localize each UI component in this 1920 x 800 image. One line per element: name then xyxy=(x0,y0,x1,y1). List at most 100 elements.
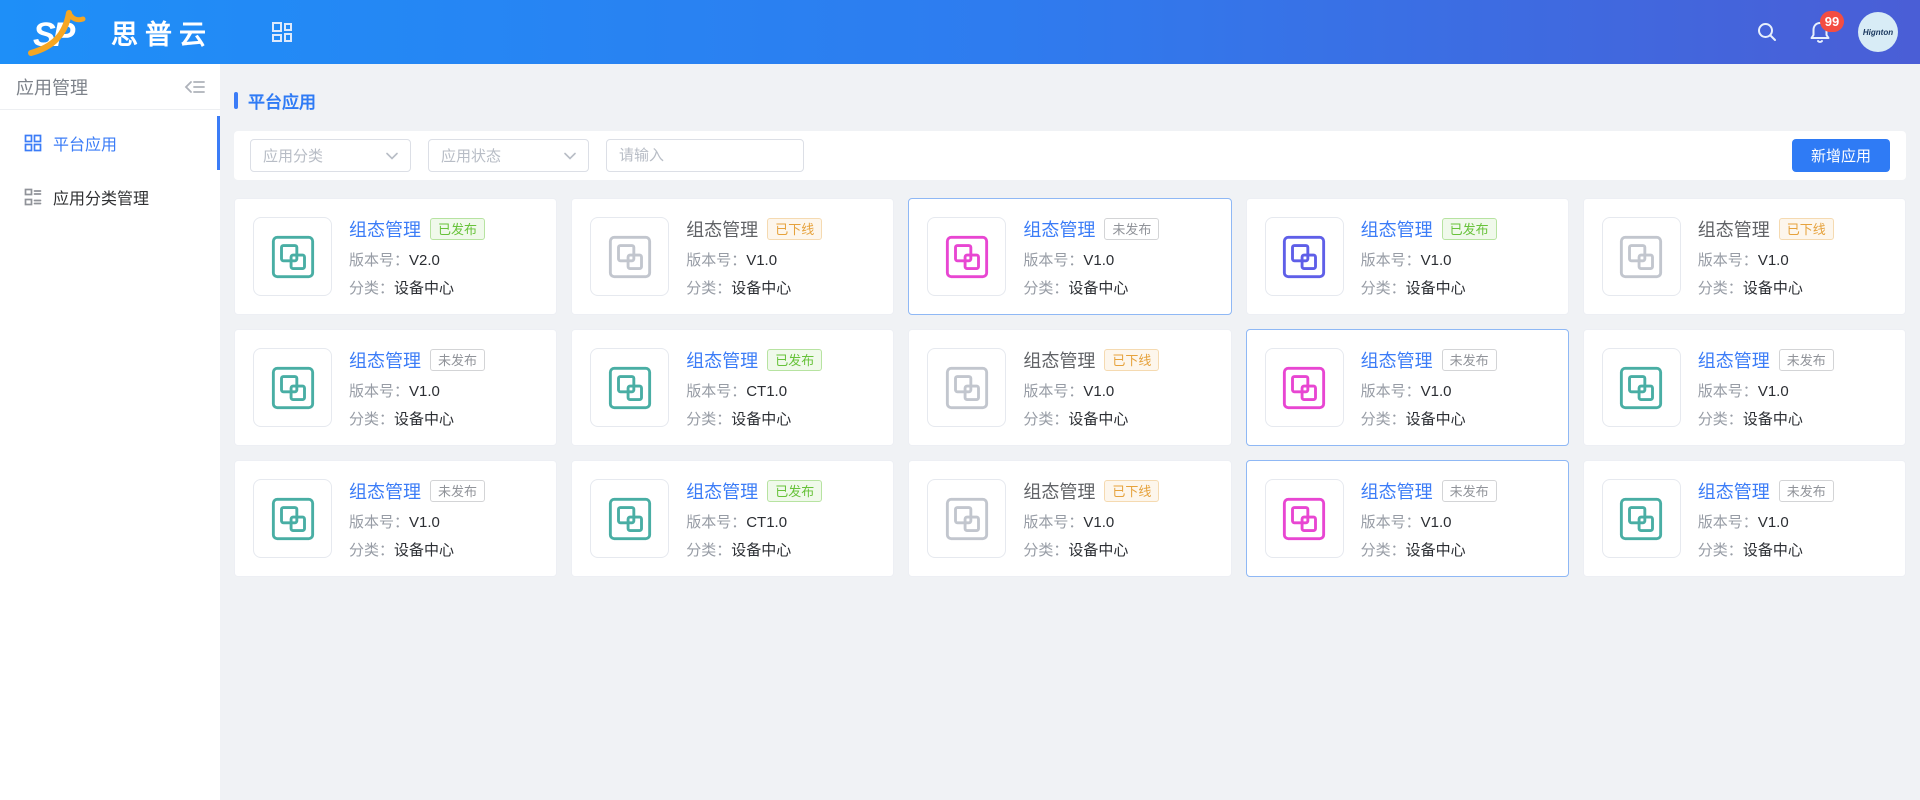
app-card-body: 组态管理 已发布 版本号：CT1.0 分类：设备中心 xyxy=(686,478,822,560)
version-value: V1.0 xyxy=(1421,252,1452,269)
app-card[interactable]: 组态管理 已下线 版本号：V1.0 分类：设备中心 xyxy=(908,329,1231,446)
app-title-link[interactable]: 组态管理 xyxy=(1361,478,1433,504)
sidebar-item-platform-apps[interactable]: 平台应用 xyxy=(0,116,220,170)
app-card[interactable]: 组态管理 已发布 版本号：CT1.0 分类：设备中心 xyxy=(571,460,894,577)
page-title-text: 平台应用 xyxy=(248,88,316,113)
notification-badge: 99 xyxy=(1820,11,1844,32)
apps-grid-icon[interactable] xyxy=(271,21,294,44)
app-card[interactable]: 组态管理 未发布 版本号：V1.0 分类：设备中心 xyxy=(1583,460,1906,577)
app-card-body: 组态管理 未发布 版本号：V1.0 分类：设备中心 xyxy=(1698,478,1834,560)
category-value: 设备中心 xyxy=(1743,542,1803,559)
category-value: 设备中心 xyxy=(1743,280,1803,297)
collapse-glyph xyxy=(184,78,206,96)
app-card[interactable]: 组态管理 已发布 版本号：CT1.0 分类：设备中心 xyxy=(571,329,894,446)
app-status-select[interactable]: 应用状态 xyxy=(428,139,589,172)
version-value: V1.0 xyxy=(1083,252,1114,269)
app-card[interactable]: 组态管理 已发布 版本号：V1.0 分类：设备中心 xyxy=(1246,198,1569,315)
category-row: 分类：设备中心 xyxy=(1023,277,1159,298)
status-badge: 未发布 xyxy=(1779,480,1834,502)
add-app-button[interactable]: 新增应用 xyxy=(1792,139,1890,172)
category-value: 设备中心 xyxy=(1406,280,1466,297)
version-label: 版本号： xyxy=(1698,383,1758,400)
app-card-body: 组态管理 已发布 版本号：V1.0 分类：设备中心 xyxy=(1361,216,1497,298)
version-label: 版本号： xyxy=(349,383,409,400)
app-card[interactable]: 组态管理 已下线 版本号：V1.0 分类：设备中心 xyxy=(1583,198,1906,315)
version-label: 版本号： xyxy=(686,252,746,269)
category-label: 分类： xyxy=(349,280,394,297)
logo-text: 思普云 xyxy=(111,13,213,52)
version-row: 版本号：V1.0 xyxy=(1023,249,1159,270)
user-avatar[interactable]: Hignton xyxy=(1858,12,1898,52)
app-card-title-row: 组态管理 已下线 xyxy=(1698,216,1834,242)
category-list-icon xyxy=(24,188,42,206)
app-card[interactable]: 组态管理 未发布 版本号：V1.0 分类：设备中心 xyxy=(1246,460,1569,577)
app-title-link[interactable]: 组态管理 xyxy=(1361,347,1433,373)
notification-bell-icon[interactable]: 99 xyxy=(1808,20,1832,44)
category-value: 设备中心 xyxy=(394,280,454,297)
version-value: V1.0 xyxy=(409,514,440,531)
app-title-link[interactable]: 组态管理 xyxy=(1361,216,1433,242)
app-card-title-row: 组态管理 已下线 xyxy=(1023,347,1159,373)
app-icon-box xyxy=(1602,479,1681,558)
category-label: 分类： xyxy=(1698,542,1743,559)
version-row: 版本号：V1.0 xyxy=(1023,511,1159,532)
app-card-body: 组态管理 已下线 版本号：V1.0 分类：设备中心 xyxy=(1023,478,1159,560)
category-label: 分类： xyxy=(1361,542,1406,559)
app-card-body: 组态管理 未发布 版本号：V1.0 分类：设备中心 xyxy=(349,347,485,429)
sidebar-menu: 平台应用 应用分类管理 xyxy=(0,110,220,224)
version-label: 版本号： xyxy=(1698,252,1758,269)
version-row: 版本号：V2.0 xyxy=(349,249,485,270)
app-icon-box xyxy=(927,348,1006,427)
sidebar-collapse-icon[interactable] xyxy=(184,78,206,96)
app-card[interactable]: 组态管理 已发布 版本号：V2.0 分类：设备中心 xyxy=(234,198,557,315)
sidebar-item-app-category-management[interactable]: 应用分类管理 xyxy=(0,170,220,224)
app-card-title-row: 组态管理 已发布 xyxy=(1361,216,1497,242)
app-title-link[interactable]: 组态管理 xyxy=(1023,347,1095,373)
category-label: 分类： xyxy=(686,411,731,428)
app-card-title-row: 组态管理 已发布 xyxy=(686,478,822,504)
version-label: 版本号： xyxy=(1023,514,1083,531)
category-label: 分类： xyxy=(1023,280,1068,297)
category-value: 设备中心 xyxy=(1068,280,1128,297)
category-row: 分类：设备中心 xyxy=(686,408,822,429)
app-card[interactable]: 组态管理 已下线 版本号：V1.0 分类：设备中心 xyxy=(571,198,894,315)
app-title-link[interactable]: 组态管理 xyxy=(1023,478,1095,504)
version-label: 版本号： xyxy=(1023,383,1083,400)
app-title-link[interactable]: 组态管理 xyxy=(349,216,421,242)
app-title-link[interactable]: 组态管理 xyxy=(1698,347,1770,373)
app-title-link[interactable]: 组态管理 xyxy=(686,347,758,373)
overlapping-squares-icon xyxy=(607,234,653,280)
app-card[interactable]: 组态管理 已下线 版本号：V1.0 分类：设备中心 xyxy=(908,460,1231,577)
app-card[interactable]: 组态管理 未发布 版本号：V1.0 分类：设备中心 xyxy=(234,460,557,577)
status-badge: 未发布 xyxy=(1779,349,1834,371)
app-card[interactable]: 组态管理 未发布 版本号：V1.0 分类：设备中心 xyxy=(234,329,557,446)
overlapping-squares-icon xyxy=(607,365,653,411)
app-title-link[interactable]: 组态管理 xyxy=(686,216,758,242)
search-icon[interactable] xyxy=(1756,21,1778,43)
app-card-title-row: 组态管理 已下线 xyxy=(1023,478,1159,504)
app-icon-box xyxy=(590,479,669,558)
app-card-body: 组态管理 未发布 版本号：V1.0 分类：设备中心 xyxy=(349,478,485,560)
app-card[interactable]: 组态管理 未发布 版本号：V1.0 分类：设备中心 xyxy=(908,198,1231,315)
app-title-link[interactable]: 组态管理 xyxy=(1698,216,1770,242)
app-icon-box xyxy=(590,217,669,296)
category-value: 设备中心 xyxy=(731,280,791,297)
app-title-link[interactable]: 组态管理 xyxy=(1023,216,1095,242)
app-card-body: 组态管理 未发布 版本号：V1.0 分类：设备中心 xyxy=(1023,216,1159,298)
search-input[interactable] xyxy=(606,139,804,172)
overlapping-squares-icon xyxy=(1618,234,1664,280)
app-card-title-row: 组态管理 已发布 xyxy=(686,347,822,373)
app-title-link[interactable]: 组态管理 xyxy=(1698,478,1770,504)
overlapping-squares-icon xyxy=(270,496,316,542)
app-title-link[interactable]: 组态管理 xyxy=(349,347,421,373)
app-title-link[interactable]: 组态管理 xyxy=(686,478,758,504)
app-card[interactable]: 组态管理 未发布 版本号：V1.0 分类：设备中心 xyxy=(1246,329,1569,446)
category-row: 分类：设备中心 xyxy=(349,408,485,429)
version-value: V1.0 xyxy=(1083,383,1114,400)
status-badge: 已发布 xyxy=(430,218,485,240)
app-card[interactable]: 组态管理 未发布 版本号：V1.0 分类：设备中心 xyxy=(1583,329,1906,446)
app-category-select[interactable]: 应用分类 xyxy=(250,139,411,172)
app-title-link[interactable]: 组态管理 xyxy=(349,478,421,504)
status-badge: 已下线 xyxy=(1104,349,1159,371)
category-row: 分类：设备中心 xyxy=(1361,277,1497,298)
